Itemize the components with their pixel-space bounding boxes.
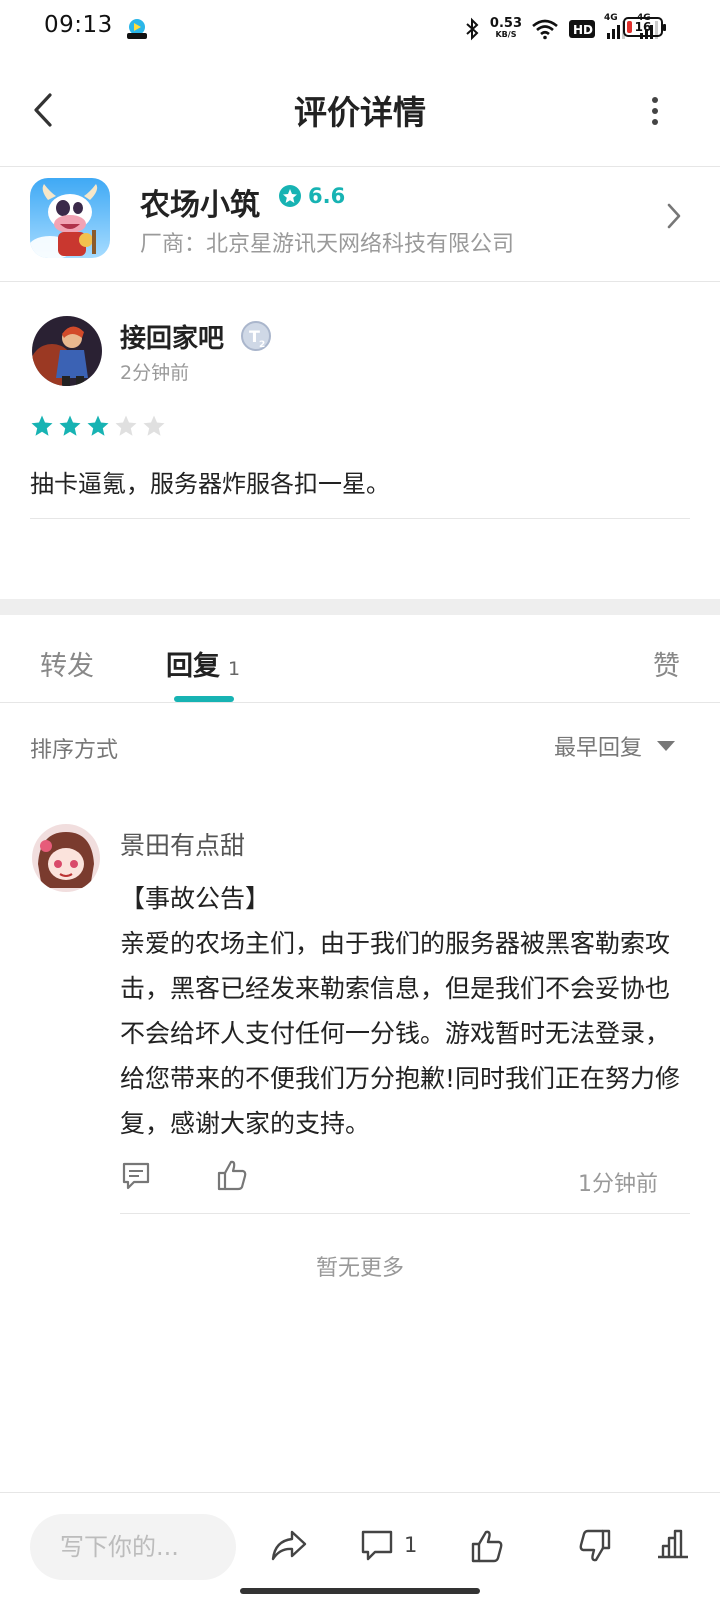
stats-button[interactable] — [656, 1528, 690, 1560]
cow-mascot-icon — [30, 178, 110, 258]
page-title: 评价详情 — [294, 93, 426, 132]
app-card-chevron — [666, 202, 682, 234]
reply-actions: 1分钟前 — [120, 1160, 690, 1200]
hd-icon: HD — [569, 20, 595, 38]
tab-reply-label: 回复 — [166, 651, 220, 682]
sort-label: 排序方式 — [30, 738, 119, 763]
net-speed: 0.53 KB/S — [489, 16, 522, 40]
chevron-right-icon — [667, 203, 681, 229]
reply-like-button[interactable] — [216, 1158, 248, 1196]
net-speed-value: 0.53 — [489, 16, 522, 31]
app-rating-score: 6.6 — [308, 184, 346, 208]
tab-like[interactable]: 赞 — [653, 644, 680, 683]
more-vertical-icon — [652, 97, 658, 125]
signal-1-label: 4G — [604, 13, 618, 23]
caret-down-icon — [657, 741, 675, 751]
top-bar: 评价详情 — [0, 56, 720, 164]
review-text: 抽卡逼氪，服务器炸服各扣一星。 — [30, 470, 390, 498]
bar-chart-icon — [658, 1529, 688, 1559]
reply-text: 【事故公告】 亲爱的农场主们，由于我们的服务器被黑客勒索攻击，黑客已经发来勒索信… — [120, 884, 681, 1138]
bluetooth-icon — [466, 17, 479, 41]
rating-star-badge-icon — [279, 185, 301, 207]
status-time: 09:13 — [44, 12, 113, 38]
tab-reply[interactable]: 回复 1 — [166, 644, 240, 683]
reply-avatar[interactable] — [32, 824, 100, 892]
comment-icon — [122, 1162, 150, 1190]
thumbs-up-icon — [471, 1530, 503, 1563]
star-filled-icon — [87, 415, 109, 436]
battery-level: 16 — [634, 20, 652, 34]
user-level-badge-icon: T 2 — [241, 321, 271, 351]
reviewer-name[interactable]: 接回家吧 — [120, 318, 224, 355]
no-more-label: 暂无更多 — [315, 1256, 404, 1281]
svg-text:2: 2 — [259, 340, 265, 350]
sort-value: 最早回复 — [553, 736, 642, 761]
app-vendor: 厂商：北京星游讯天网络科技有限公司 — [140, 232, 515, 257]
star-filled-icon — [59, 415, 81, 436]
status-bar: 09:13 0.53 KB/S HD 4G 4G 16 — [0, 0, 720, 56]
star-filled-icon — [31, 415, 53, 436]
battery-icon: 16 — [623, 17, 666, 37]
sort-dropdown[interactable]: 最早回复 — [554, 730, 676, 762]
net-speed-unit: KB/S — [495, 30, 517, 39]
star-empty-icon — [115, 415, 137, 436]
tabs-divider — [0, 702, 720, 703]
tab-reply-count: 1 — [228, 658, 241, 680]
app-card-divider — [0, 281, 720, 282]
tab-forward[interactable]: 转发 — [40, 644, 94, 683]
reviewer-avatar[interactable] — [32, 316, 102, 386]
hd-label: HD — [573, 23, 593, 37]
app-icon — [30, 178, 110, 258]
notification-app-icon — [127, 19, 147, 39]
more-button[interactable] — [640, 94, 670, 128]
home-indicator[interactable] — [240, 1588, 480, 1594]
comment-input[interactable] — [30, 1514, 236, 1580]
reply-author-name[interactable]: 景田有点甜 — [120, 826, 245, 862]
app-card[interactable]: 农场小筑 6.6 厂商：北京星游讯天网络科技有限公司 — [0, 166, 720, 282]
wifi-icon — [532, 19, 558, 40]
review-divider — [30, 518, 690, 519]
share-button[interactable] — [270, 1528, 308, 1562]
reply-divider — [120, 1213, 690, 1214]
reply-comment-button[interactable] — [120, 1160, 152, 1196]
like-button[interactable] — [470, 1528, 504, 1564]
thumbs-down-icon — [579, 1529, 611, 1562]
app-rating: 6.6 — [278, 184, 345, 208]
comment-bubble-icon — [361, 1530, 393, 1561]
comment-count: 1 — [404, 1533, 418, 1557]
comment-button[interactable]: 1 — [360, 1528, 417, 1562]
review-time: 2分钟前 — [120, 362, 190, 384]
thumbs-up-icon — [217, 1160, 247, 1191]
share-arrow-icon — [271, 1530, 307, 1561]
review-star-rating — [30, 414, 166, 438]
dislike-button[interactable] — [578, 1528, 612, 1564]
reply-time: 1分钟前 — [578, 1172, 658, 1197]
app-name: 农场小筑 — [140, 188, 260, 223]
section-separator — [0, 599, 720, 615]
bottom-action-bar: 1 — [0, 1492, 720, 1600]
star-empty-icon — [143, 415, 165, 436]
